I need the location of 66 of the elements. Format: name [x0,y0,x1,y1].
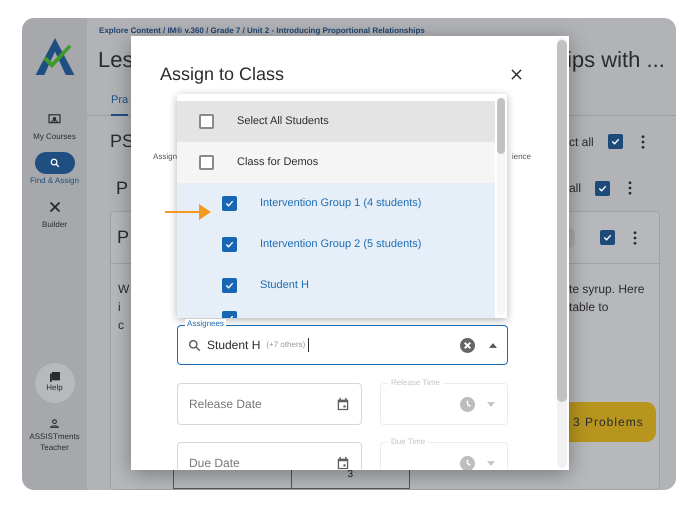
problem-text: te syrup. Here [569,281,646,298]
caret-down-icon [487,460,495,466]
more-options-icon[interactable] [640,134,645,149]
student-option[interactable]: Select All Students [177,101,495,142]
tools-icon [48,201,60,213]
close-icon[interactable] [511,68,522,80]
student-option[interactable]: Class for Demos [177,142,495,183]
checkmark-icon [602,232,613,243]
problem-text: table to [569,299,610,316]
checkbox[interactable] [600,230,615,245]
checkbox[interactable] [222,196,237,211]
date-field[interactable]: Release Date [177,383,362,425]
checkmark-icon [224,239,235,250]
pointer-arrow-icon [165,204,211,220]
breadcrumb[interactable]: Explore Content / IM® v.360 / Grade 7 / Unit 2 - Introducing Proportional Relationships [99,26,676,36]
page-title: ips with ... [567,46,666,73]
field-label: Assignees [185,319,226,329]
user-icon [50,419,59,428]
problem-title: P [117,226,130,249]
checkbox[interactable] [222,237,237,252]
checkmark-icon [610,136,621,148]
table-cell-text: 3 [346,469,354,481]
dialog-scrollbar[interactable] [557,38,567,468]
problem-text: c [118,317,125,334]
select-all-label: all [569,180,582,198]
student-option[interactable]: Intervention Group 1 (4 students) [177,183,495,224]
more-options-icon[interactable] [628,181,632,196]
more-options-icon[interactable] [633,230,637,244]
section-title: P [116,176,130,200]
logo-icon [34,38,74,75]
presentation-board-icon [48,114,61,124]
student-option[interactable]: Student H [177,265,495,306]
nav-item[interactable]: Find & Assign [22,152,86,186]
user-name: ASSISTments Teacher [28,431,81,453]
checkbox[interactable] [595,180,610,196]
select-all-label: ct all [569,134,594,151]
clock-icon [460,396,475,412]
nav-item[interactable]: My Courses [22,108,86,142]
search-icon [50,158,60,168]
calendar-icon[interactable] [336,456,350,470]
checkbox[interactable] [608,134,623,150]
help-book-icon [50,372,60,382]
others-count: (+7 others) [266,339,306,351]
checkbox[interactable] [199,155,214,170]
clear-icon[interactable] [460,338,475,352]
search-icon [188,338,201,352]
field-label: ience [512,151,531,163]
checkmark-icon [224,198,235,209]
problem-text: W [118,281,130,298]
help-button[interactable]: Help [34,363,74,403]
problem-text: i [118,299,122,316]
student-option[interactable]: Intervention Group 2 (5 students) [177,224,495,265]
dialog-title: Assign to Class [160,62,284,86]
caret-down-icon [487,402,495,406]
checkbox[interactable] [199,114,214,129]
field-label: Assign [153,151,178,163]
checkmark-icon [224,280,235,291]
tab[interactable]: Pra [111,83,128,116]
caret-up-icon[interactable] [489,342,497,348]
date-field[interactable]: Due Date [177,442,362,470]
dropdown-scrollbar[interactable] [497,97,505,315]
checkbox[interactable] [222,278,237,293]
nav-item[interactable]: Builder [22,196,86,230]
calendar-icon[interactable] [336,397,350,411]
toggle-track [569,228,575,248]
selected-student: Student H [207,337,260,354]
